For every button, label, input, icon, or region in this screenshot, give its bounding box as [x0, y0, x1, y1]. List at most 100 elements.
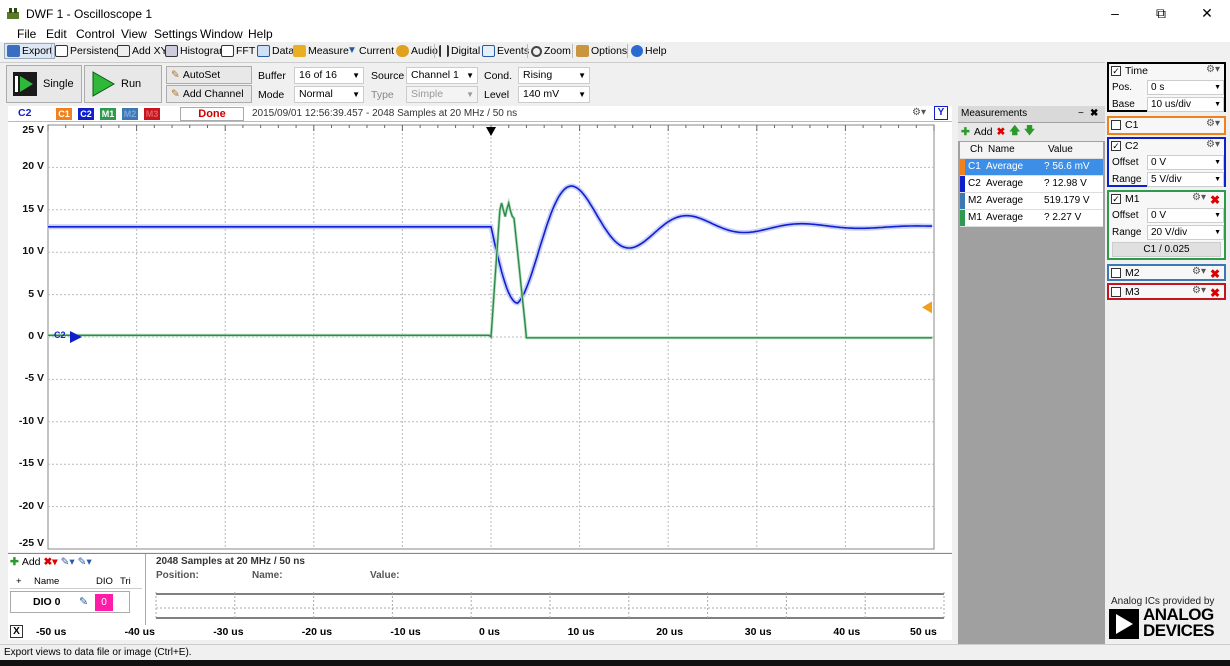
gear-icon[interactable]: ⚙▾ — [1206, 64, 1220, 75]
c1-panel: C1 ⚙▾ — [1107, 116, 1226, 135]
add-icon[interactable]: ✚ — [10, 556, 19, 568]
restore-button[interactable]: ⧉ — [1138, 0, 1184, 26]
current-button[interactable]: ▼ Current — [347, 43, 394, 59]
type-select[interactable]: Simple ▼ — [406, 86, 478, 103]
menu-file[interactable]: File — [17, 27, 36, 41]
chevron-down-icon: ▼ — [1214, 176, 1221, 183]
menu-edit[interactable]: Edit — [46, 27, 67, 41]
add-xy-button[interactable]: Add XY — [117, 43, 168, 59]
oscilloscope-plot[interactable]: 25 V 20 V 15 V 10 V5 V0 V -5 V -10 V -15 V -20 … — [8, 122, 952, 552]
logic-trace-area[interactable] — [148, 582, 952, 626]
m3-checkbox[interactable] — [1111, 287, 1121, 297]
measurement-row[interactable]: M1 Average ? 2.27 V — [960, 210, 1103, 227]
help-label: Help — [645, 45, 667, 57]
time-panel: ✓ Time ⚙▾ Pos. 0 s ▼ Base 10 us/div ▼ — [1107, 62, 1226, 112]
time-base-value: 10 us/div — [1151, 99, 1192, 110]
scope-settings-icon[interactable]: ⚙▾ — [912, 107, 926, 118]
zoom-button[interactable]: Zoom — [531, 43, 571, 59]
menu-window[interactable]: Window — [200, 27, 243, 41]
remove-icon[interactable]: ✖▾ — [44, 556, 58, 568]
add-icon[interactable]: ✚ — [961, 126, 970, 138]
settings-icon[interactable]: ✎▾ — [78, 556, 92, 568]
measurements-header: Ch Name Value — [960, 142, 1103, 159]
data-button[interactable]: Data — [257, 43, 294, 59]
gear-icon[interactable]: ⚙▾ — [1206, 139, 1220, 150]
move-up-icon[interactable]: 🡅 — [1009, 123, 1020, 141]
gear-icon[interactable]: ⚙▾ — [1206, 118, 1220, 129]
source-select[interactable]: Channel 1 ▼ — [406, 67, 478, 84]
cond-value: Rising — [523, 69, 553, 81]
x-axis-button[interactable]: X — [10, 625, 23, 638]
menu-settings[interactable]: Settings — [154, 27, 197, 41]
m1-formula-button[interactable]: C1 / 0.025 — [1112, 242, 1221, 257]
channel-tab-m2[interactable]: M2 — [122, 108, 138, 120]
menu-view[interactable]: View — [121, 27, 147, 41]
add-channel-button[interactable]: ✎ Add Channel — [166, 85, 252, 103]
digital-button[interactable]: Digital — [439, 43, 480, 59]
col-ch: Ch — [970, 144, 983, 155]
m2-checkbox[interactable] — [1111, 268, 1121, 278]
time-pos-input[interactable]: 0 s ▼ — [1147, 80, 1224, 95]
time-checkbox[interactable]: ✓ — [1111, 66, 1121, 76]
waveform-area[interactable] — [8, 122, 952, 552]
options-button[interactable]: Options — [576, 43, 627, 59]
m1-range-input[interactable]: 20 V/div ▼ — [1147, 225, 1224, 240]
buffer-select[interactable]: 16 of 16 ▼ — [294, 67, 364, 84]
export-button[interactable]: Export — [4, 43, 56, 59]
audio-button[interactable]: Audio — [396, 43, 438, 59]
help-button[interactable]: Help — [631, 43, 667, 59]
time-base-input[interactable]: 10 us/div ▼ — [1147, 97, 1224, 112]
c2-checkbox[interactable]: ✓ — [1111, 141, 1121, 151]
cond-select[interactable]: Rising ▼ — [518, 67, 590, 84]
move-down-icon[interactable]: 🡇 — [1024, 123, 1035, 141]
measurement-row[interactable]: M2 Average 519.179 V — [960, 193, 1103, 210]
persistence-button[interactable]: Persistence — [55, 43, 125, 59]
edit-icon[interactable]: ✎▾ — [61, 556, 75, 568]
c2-offset-input[interactable]: 0 V ▼ — [1147, 155, 1224, 170]
measure-button[interactable]: Measure — [293, 43, 349, 59]
measurement-row[interactable]: C1 Average ? 56.6 mV — [960, 159, 1103, 176]
run-button[interactable]: Run — [84, 65, 162, 103]
m1-offset-input[interactable]: 0 V ▼ — [1147, 208, 1224, 223]
pencil-icon[interactable]: ✎ — [79, 595, 88, 608]
fft-button[interactable]: FFT — [221, 43, 255, 59]
c2-offset-marker-label: C2 — [54, 330, 66, 340]
histogram-button[interactable]: Histogram — [165, 43, 228, 59]
time-pos-label: Pos. — [1112, 82, 1133, 93]
gear-icon[interactable]: ⚙▾ — [1192, 266, 1206, 277]
channel-tab-c2[interactable]: C2 — [78, 108, 94, 120]
minimize-button[interactable]: – — [1092, 0, 1138, 26]
measurement-add-label[interactable]: Add — [974, 126, 993, 138]
toolbar: Export Persistence Add XY Histogram FFT … — [0, 42, 1230, 60]
close-button[interactable]: ✕ — [1184, 0, 1230, 26]
remove-math-icon[interactable]: ✖ — [1210, 193, 1220, 207]
channel-tab-c1[interactable]: C1 — [56, 108, 72, 120]
menu-control[interactable]: Control — [76, 27, 115, 41]
close-icon[interactable]: ✖ — [1090, 106, 1098, 122]
gear-icon[interactable]: ⚙▾ — [1192, 285, 1206, 296]
mode-select[interactable]: Normal ▼ — [294, 86, 364, 103]
channel-tab-m1[interactable]: M1 — [100, 108, 116, 120]
y-axis-button[interactable]: Y — [934, 106, 948, 120]
logic-add-label[interactable]: Add — [22, 556, 41, 568]
logic-panel: ✚ Add ✖▾ ✎▾ ✎▾ + Name DIO Tri DIO 0 ✎ 0 … — [8, 553, 952, 626]
autoset-button[interactable]: ✎ AutoSet — [166, 66, 252, 84]
m1-checkbox[interactable]: ✓ — [1111, 194, 1121, 204]
delete-icon[interactable]: ✖ — [997, 126, 1006, 138]
remove-math-icon[interactable]: ✖ — [1210, 267, 1220, 281]
dio-row[interactable]: DIO 0 ✎ 0 — [10, 591, 130, 613]
remove-math-icon[interactable]: ✖ — [1210, 286, 1220, 300]
autoset-icon: ✎ — [171, 69, 180, 81]
channel-tab-m3[interactable]: M3 — [144, 108, 160, 120]
pin-icon[interactable]: − — [1078, 106, 1084, 122]
gear-icon[interactable]: ⚙▾ — [1192, 192, 1206, 203]
single-button[interactable]: Single — [6, 65, 82, 103]
menu-help[interactable]: Help — [248, 27, 273, 41]
events-button[interactable]: Events — [482, 43, 529, 59]
c1-checkbox[interactable] — [1111, 120, 1121, 130]
measurement-row[interactable]: C2 Average ? 12.98 V — [960, 176, 1103, 193]
c2-range-input[interactable]: 5 V/div ▼ — [1147, 172, 1224, 187]
m1-range-label: Range — [1112, 227, 1142, 238]
level-input[interactable]: 140 mV ▼ — [518, 86, 590, 103]
logic-name-label: Name: — [252, 570, 283, 581]
